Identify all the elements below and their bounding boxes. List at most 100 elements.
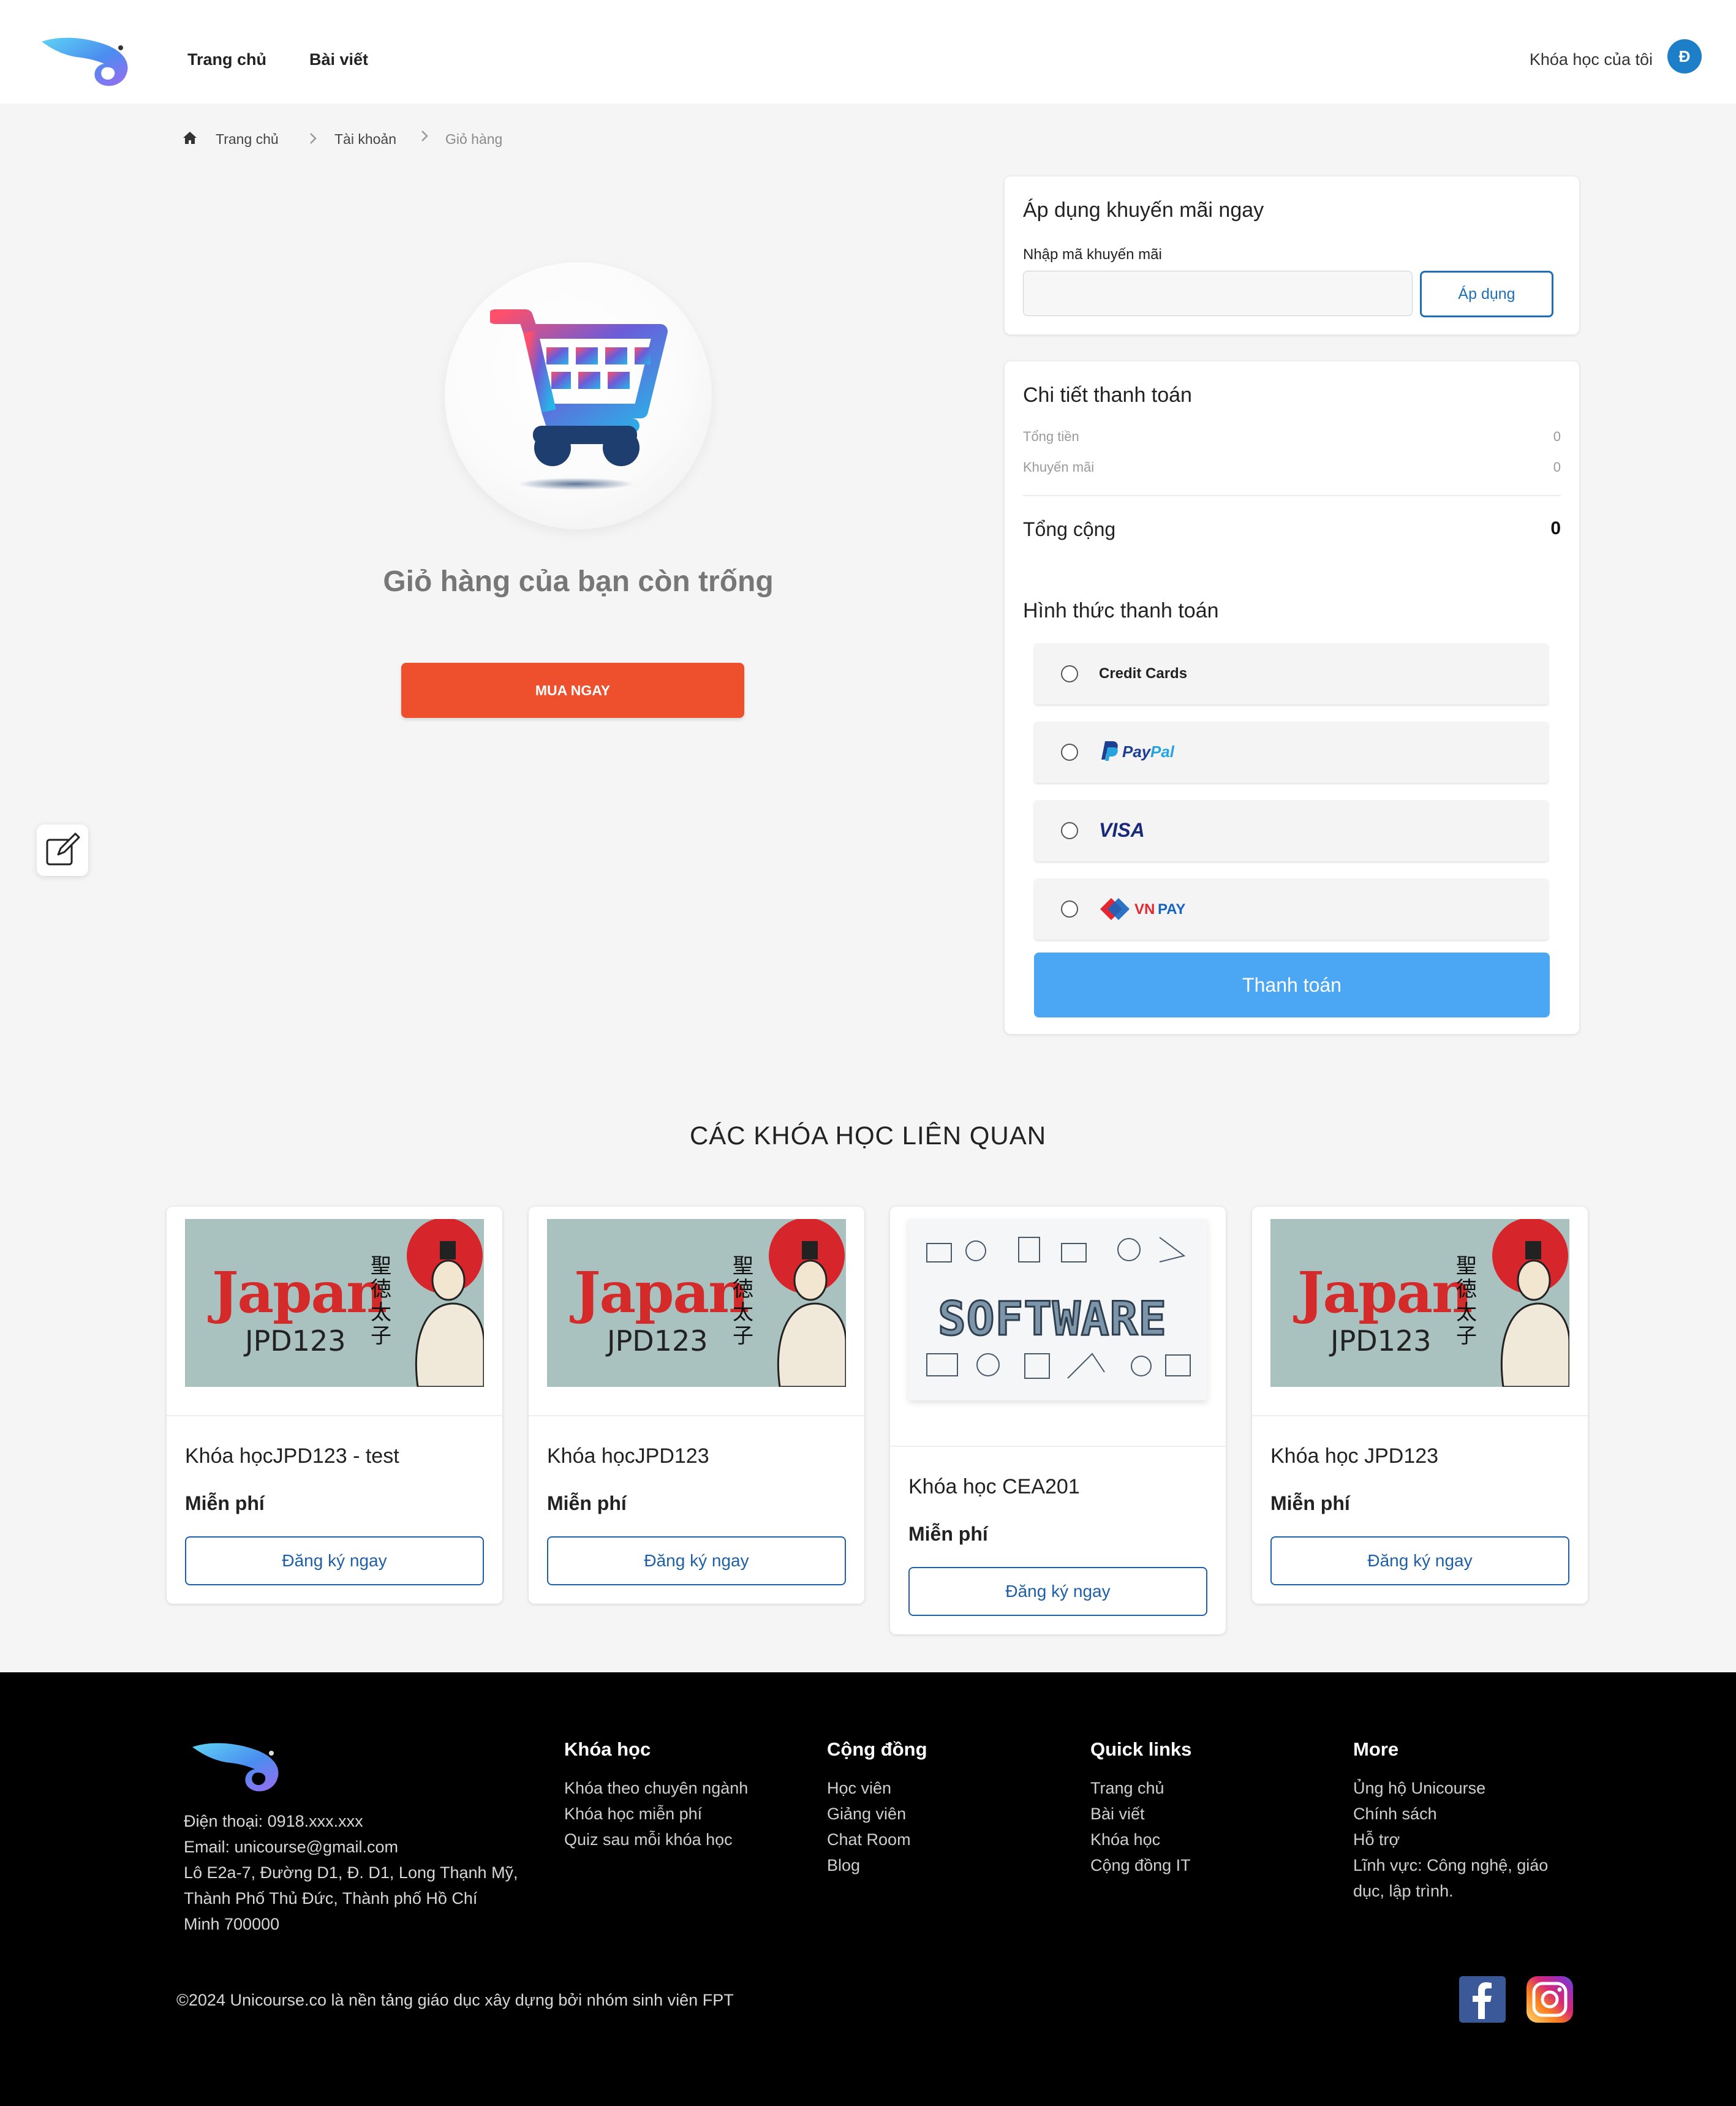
thumbnail-word: Japan	[574, 1259, 749, 1326]
breadcrumb-home[interactable]: Trang chủ	[216, 131, 279, 148]
course-thumbnail[interactable]: Japan JPD123 聖徳太子	[185, 1219, 484, 1387]
course-price: Miễn phí	[908, 1523, 988, 1545]
footer-link[interactable]: Khóa học	[1090, 1830, 1160, 1849]
unicourse-footer-logo[interactable]	[191, 1738, 285, 1795]
payment-option-visa[interactable]: VISA	[1034, 800, 1549, 861]
course-title[interactable]: Khóa họcJPD123	[547, 1444, 709, 1468]
facebook-icon[interactable]	[1459, 1976, 1506, 2023]
samurai-illustration-icon	[1492, 1219, 1569, 1387]
edit-button[interactable]	[37, 825, 88, 876]
footer-column-title: Cộng đồng	[827, 1738, 927, 1760]
promo-code-input[interactable]	[1023, 271, 1413, 316]
payment-option-vnpay[interactable]: VN PAY	[1034, 878, 1549, 940]
footer-link[interactable]: Giảng viên	[827, 1805, 906, 1824]
payment-option-credit-cards[interactable]: Credit Cards	[1034, 643, 1549, 704]
checkout-button[interactable]: Thanh toán	[1034, 953, 1550, 1017]
course-card[interactable]: Japan JPD123 聖徳太子 Khóa học JPD123 Miễn p…	[1252, 1207, 1588, 1604]
thumbnail-code: JPD123	[245, 1324, 346, 1357]
radio-button[interactable]	[1061, 822, 1078, 839]
breadcrumb-account[interactable]: Tài khoản	[334, 131, 396, 148]
enroll-button[interactable]: Đăng ký ngay	[1270, 1536, 1569, 1585]
course-thumbnail[interactable]: SOFTWARE	[908, 1219, 1207, 1400]
apply-promo-button[interactable]: Áp dụng	[1420, 271, 1553, 317]
visa-logo-icon: VISA	[1099, 819, 1145, 841]
course-card[interactable]: SOFTWARE Khóa học CEA201 Miễn phí Đăng k…	[890, 1207, 1226, 1634]
payment-option-paypal[interactable]: Pay Pal	[1034, 722, 1549, 783]
copyright-text: ©2024 Unicourse.co là nền tảng giáo dục …	[176, 1991, 734, 2009]
svg-text:Pal: Pal	[1150, 742, 1175, 761]
divider	[529, 1415, 864, 1416]
footer-link[interactable]: Quiz sau mỗi khóa học	[564, 1830, 733, 1849]
course-thumbnail[interactable]: Japan JPD123 聖徳太子	[1270, 1219, 1569, 1387]
footer-link[interactable]: Học viên	[827, 1779, 891, 1798]
footer-link[interactable]: Lĩnh vực: Công nghệ, giáo	[1353, 1856, 1548, 1875]
nav-home[interactable]: Trang chủ	[187, 50, 266, 69]
instagram-icon[interactable]	[1527, 1976, 1573, 2023]
samurai-illustration-icon	[769, 1219, 846, 1387]
nav-articles[interactable]: Bài viết	[309, 50, 368, 69]
footer-link[interactable]: Chính sách	[1353, 1805, 1437, 1824]
empty-cart-title: Giỏ hàng của bạn còn trống	[383, 565, 774, 598]
chevron-right-icon	[310, 133, 317, 144]
svg-text:PAY: PAY	[1158, 901, 1185, 918]
svg-text:VN: VN	[1134, 901, 1155, 918]
footer-link[interactable]: Ủng hộ Unicourse	[1353, 1779, 1485, 1798]
my-courses-link[interactable]: Khóa học của tôi	[1530, 50, 1653, 69]
course-price: Miễn phí	[547, 1492, 627, 1514]
unicourse-logo[interactable]	[40, 33, 135, 89]
chevron-right-icon	[421, 130, 428, 142]
footer-address-line: Minh 700000	[184, 1915, 280, 1933]
footer-address-line: Thành Phố Thủ Đức, Thành phố Hồ Chí	[184, 1889, 478, 1908]
radio-button[interactable]	[1061, 744, 1078, 761]
radio-button[interactable]	[1061, 665, 1078, 682]
edit-icon	[46, 832, 80, 866]
avatar[interactable]: Đ	[1667, 39, 1702, 74]
svg-text:Pay: Pay	[1122, 742, 1152, 761]
footer-link[interactable]: Blog	[827, 1856, 860, 1875]
thumbnail-code: JPD123	[1330, 1324, 1432, 1357]
payment-details-title: Chi tiết thanh toán	[1023, 383, 1192, 407]
footer-link[interactable]: Trang chủ	[1090, 1779, 1164, 1798]
divider	[1023, 495, 1561, 496]
enroll-button[interactable]: Đăng ký ngay	[547, 1536, 846, 1585]
paypal-logo-icon: Pay Pal	[1101, 741, 1175, 761]
discount-label: Khuyến mãi	[1023, 459, 1095, 475]
course-thumbnail[interactable]: Japan JPD123 聖徳太子	[547, 1219, 846, 1387]
promo-panel: Áp dụng khuyến mãi ngay Nhập mã khuyến m…	[1005, 176, 1579, 334]
footer-link[interactable]: Khóa học miễn phí	[564, 1805, 702, 1824]
credit-cards-label: Credit Cards	[1099, 665, 1188, 682]
course-card[interactable]: Japan JPD123 聖徳太子 Khóa họcJPD123 Miễn ph…	[529, 1207, 864, 1604]
radio-button[interactable]	[1061, 900, 1078, 918]
course-title[interactable]: Khóa học CEA201	[908, 1475, 1080, 1499]
footer-link[interactable]: Hỗ trợ	[1353, 1830, 1400, 1849]
enroll-button[interactable]: Đăng ký ngay	[185, 1536, 484, 1585]
divider	[1252, 1415, 1588, 1416]
footer-link[interactable]: Khóa theo chuyên ngành	[564, 1779, 748, 1798]
divider	[890, 1446, 1226, 1447]
thumbnail-word: Japan	[212, 1259, 387, 1326]
thumbnail-word: SOFTWARE	[937, 1291, 1168, 1347]
footer-link[interactable]: dục, lập trình.	[1353, 1882, 1454, 1901]
home-icon[interactable]	[183, 131, 197, 145]
subtotal-label: Tổng tiền	[1023, 429, 1079, 444]
footer-column-title: Quick links	[1090, 1738, 1192, 1760]
buy-now-button[interactable]: MUA NGAY	[401, 663, 744, 718]
discount-value: 0	[1553, 459, 1561, 475]
promo-title: Áp dụng khuyến mãi ngay	[1023, 198, 1264, 222]
footer-address-line: Lô E2a-7, Đường D1, Đ. D1, Long Thạnh Mỹ…	[184, 1863, 518, 1882]
course-title[interactable]: Khóa học JPD123	[1270, 1444, 1438, 1468]
footer-link[interactable]: Chat Room	[827, 1830, 911, 1849]
footer-link[interactable]: Cộng đồng IT	[1090, 1856, 1191, 1875]
promo-input-label: Nhập mã khuyến mãi	[1023, 246, 1162, 263]
breadcrumb-cart: Giỏ hàng	[445, 131, 503, 147]
related-courses-title: CÁC KHÓA HỌC LIÊN QUAN	[689, 1121, 1047, 1150]
subtotal-value: 0	[1553, 429, 1561, 444]
thumbnail-kanji: 聖徳太子	[371, 1254, 391, 1348]
thumbnail-word: Japan	[1297, 1259, 1473, 1326]
enroll-button[interactable]: Đăng ký ngay	[908, 1567, 1207, 1616]
course-title[interactable]: Khóa họcJPD123 - test	[185, 1444, 399, 1468]
footer-link[interactable]: Bài viết	[1090, 1805, 1145, 1824]
site-header: Trang chủ Bài viết Khóa học của tôi Đ	[0, 0, 1736, 104]
course-price: Miễn phí	[1270, 1492, 1350, 1514]
course-card[interactable]: Japan JPD123 聖徳太子 Khóa họcJPD123 - test …	[167, 1207, 502, 1604]
